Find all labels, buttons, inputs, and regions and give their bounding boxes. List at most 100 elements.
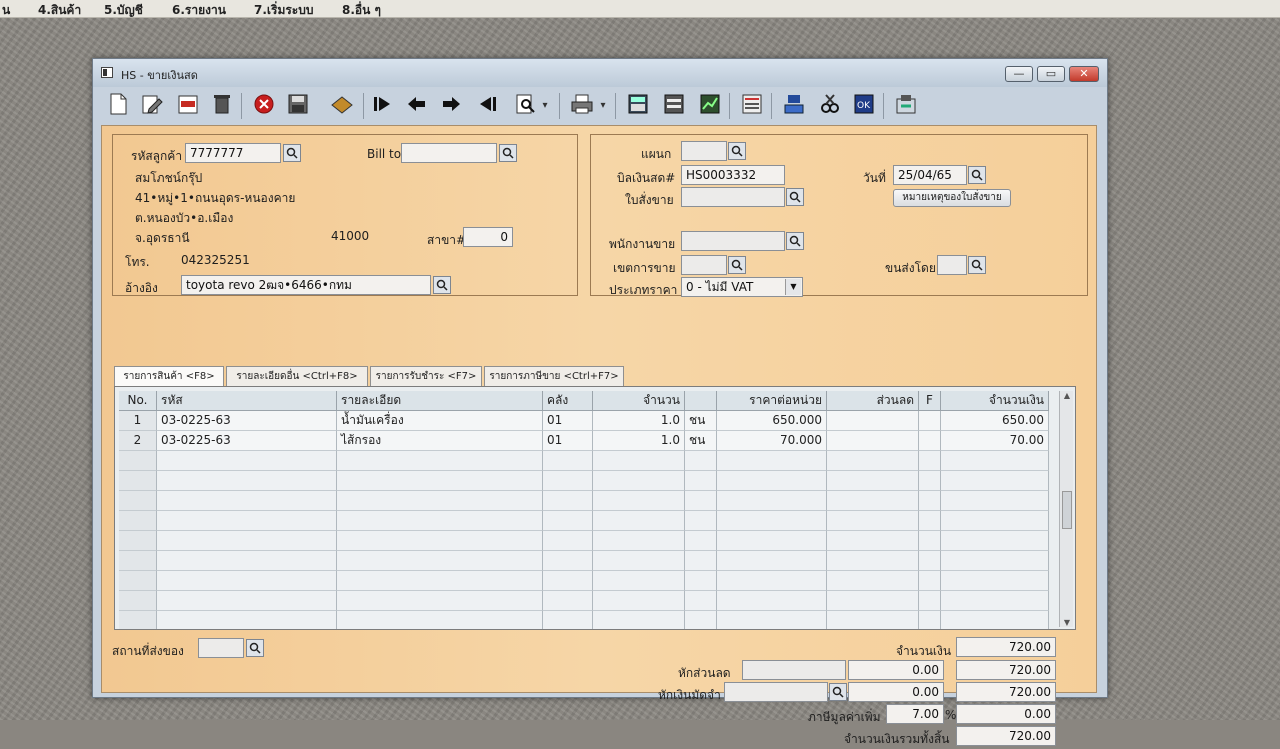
stamp-icon[interactable]	[329, 93, 355, 119]
header-col-unit[interactable]	[685, 391, 717, 411]
header-col-no[interactable]: No.	[119, 391, 157, 411]
table-cell-col-no[interactable]: 2	[119, 431, 157, 451]
table-cell-empty[interactable]	[157, 511, 337, 531]
sales-order-field[interactable]	[681, 187, 785, 207]
table-cell-empty[interactable]	[717, 511, 827, 531]
table-cell-empty[interactable]	[941, 551, 1049, 571]
table-cell-empty[interactable]	[941, 611, 1049, 629]
tab-sales-tax[interactable]: รายการภาษีขาย <Ctrl+F7>	[484, 366, 624, 386]
ship-place-field[interactable]	[198, 638, 244, 658]
table-cell-empty[interactable]	[685, 611, 717, 629]
bill-to-lookup-icon[interactable]	[499, 144, 517, 162]
cancel-icon[interactable]	[251, 93, 277, 119]
table-cell-empty[interactable]	[827, 531, 919, 551]
table-cell-empty[interactable]	[337, 591, 543, 611]
table-cell-empty[interactable]	[941, 511, 1049, 531]
table-cell-empty[interactable]	[919, 531, 941, 551]
print-icon[interactable]	[569, 93, 595, 119]
table-cell-empty[interactable]	[157, 611, 337, 629]
export-icon[interactable]	[893, 93, 919, 119]
table-cell-empty[interactable]	[593, 511, 685, 531]
table-cell-empty[interactable]	[543, 571, 593, 591]
table-cell-col-amount[interactable]: 70.00	[941, 431, 1049, 451]
table-cell-empty[interactable]	[717, 571, 827, 591]
receipt-icon[interactable]	[739, 93, 765, 119]
new-document-icon[interactable]	[105, 93, 131, 119]
table-cell-col-quantity[interactable]: 1.0	[593, 431, 685, 451]
table-cell-empty[interactable]	[543, 491, 593, 511]
table-cell-empty[interactable]	[119, 451, 157, 471]
table-cell-empty[interactable]	[543, 471, 593, 491]
header-col-description[interactable]: รายละเอียด	[337, 391, 543, 411]
customer-code-field[interactable]: 7777777	[185, 143, 281, 163]
price-type-select[interactable]: 0 - ไม่มี VAT ▼	[681, 277, 803, 297]
print-dropdown-icon[interactable]: ▾	[597, 93, 609, 119]
save-icon[interactable]	[285, 93, 311, 119]
table-cell-empty[interactable]	[119, 471, 157, 491]
menu-item-others[interactable]: 8.อื่น ๆ	[342, 1, 381, 20]
table-cell-empty[interactable]	[593, 611, 685, 629]
table-cell-empty[interactable]	[337, 451, 543, 471]
sales-order-lookup-icon[interactable]	[786, 188, 804, 206]
table-cell-empty[interactable]	[157, 491, 337, 511]
table-cell-col-amount[interactable]: 650.00	[941, 411, 1049, 431]
ship-place-lookup-icon[interactable]	[246, 639, 264, 657]
deposit-value-field[interactable]: 0.00	[848, 682, 944, 702]
table-cell-empty[interactable]	[919, 511, 941, 531]
table-cell-empty[interactable]	[119, 591, 157, 611]
table-cell-empty[interactable]	[593, 531, 685, 551]
table-cell-empty[interactable]	[119, 511, 157, 531]
chart-icon[interactable]	[697, 93, 723, 119]
table-cell-empty[interactable]	[593, 471, 685, 491]
table-cell-empty[interactable]	[685, 531, 717, 551]
table-cell-empty[interactable]	[827, 551, 919, 571]
table-cell-empty[interactable]	[919, 611, 941, 629]
customer-lookup-icon[interactable]	[283, 144, 301, 162]
table-cell-col-no[interactable]: 1	[119, 411, 157, 431]
table-cell-col-unit[interactable]: ชน	[685, 431, 717, 451]
table-cell-empty[interactable]	[685, 471, 717, 491]
table-cell-empty[interactable]	[827, 511, 919, 531]
list-icon[interactable]	[661, 93, 687, 119]
tab-other-details[interactable]: รายละเอียดอื่น <Ctrl+F8>	[226, 366, 368, 386]
menu-item-partial[interactable]: น	[2, 1, 10, 20]
maximize-button[interactable]: ▭	[1037, 66, 1065, 82]
table-cell-empty[interactable]	[941, 531, 1049, 551]
table-cell-empty[interactable]	[717, 591, 827, 611]
table-cell-empty[interactable]	[827, 491, 919, 511]
table-cell-col-flag[interactable]	[919, 411, 941, 431]
table-cell-empty[interactable]	[827, 471, 919, 491]
find-icon[interactable]	[513, 93, 539, 119]
calculator-icon[interactable]	[625, 93, 651, 119]
table-cell-col-unit-price[interactable]: 650.000	[717, 411, 827, 431]
next-record-icon[interactable]	[439, 93, 465, 119]
table-cell-empty[interactable]	[543, 551, 593, 571]
items-table-scrollbar[interactable]: ▲ ▼	[1059, 391, 1073, 627]
last-record-icon[interactable]	[475, 93, 501, 119]
scroll-up-icon[interactable]: ▲	[1060, 391, 1074, 400]
salesperson-field[interactable]	[681, 231, 785, 251]
table-cell-empty[interactable]	[685, 451, 717, 471]
department-lookup-icon[interactable]	[728, 142, 746, 160]
table-cell-empty[interactable]	[919, 551, 941, 571]
table-cell-col-quantity[interactable]: 1.0	[593, 411, 685, 431]
table-cell-empty[interactable]	[119, 531, 157, 551]
vat-rate-field[interactable]: 7.00	[886, 704, 944, 724]
table-cell-empty[interactable]	[593, 571, 685, 591]
table-cell-empty[interactable]	[157, 471, 337, 491]
ok-icon[interactable]: OK	[851, 93, 877, 119]
table-cell-empty[interactable]	[827, 611, 919, 629]
table-cell-empty[interactable]	[919, 471, 941, 491]
table-cell-empty[interactable]	[685, 511, 717, 531]
doc-icon[interactable]	[781, 93, 807, 119]
table-cell-col-unit-price[interactable]: 70.000	[717, 431, 827, 451]
date-field[interactable]: 25/04/65	[893, 165, 967, 185]
menu-item-setup[interactable]: 7.เริ่มระบบ	[254, 1, 314, 20]
bill-to-field[interactable]	[401, 143, 497, 163]
table-cell-empty[interactable]	[717, 531, 827, 551]
scroll-down-icon[interactable]: ▼	[1060, 618, 1074, 627]
table-cell-empty[interactable]	[119, 571, 157, 591]
header-col-code[interactable]: รหัส	[157, 391, 337, 411]
table-cell-col-discount[interactable]	[827, 411, 919, 431]
table-cell-empty[interactable]	[543, 611, 593, 629]
